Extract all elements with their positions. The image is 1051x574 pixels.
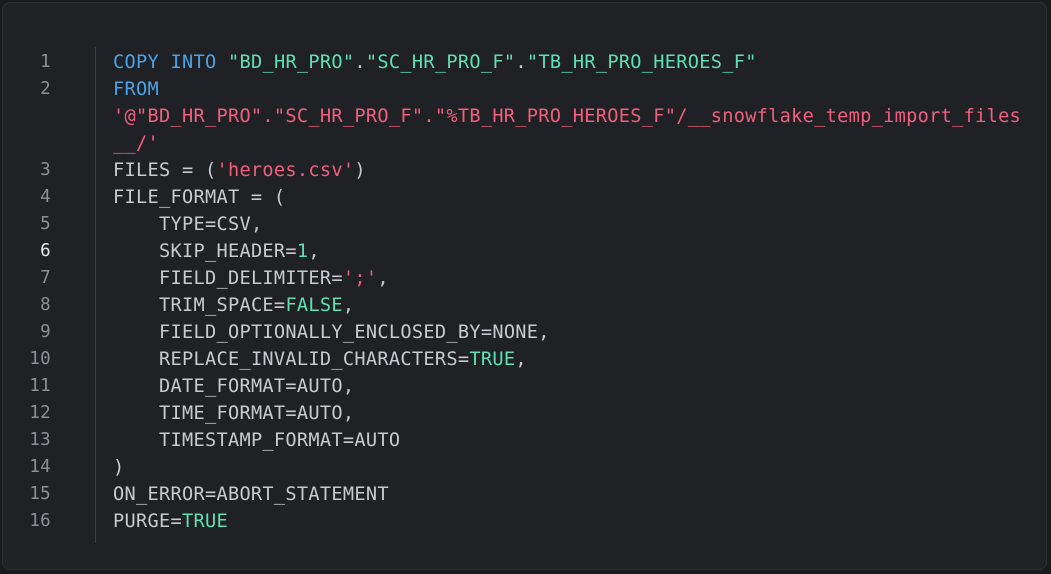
line-text: ON_ERROR=ABORT_STATEMENT [113,481,1023,508]
code-token: FILE_FORMAT = ( [113,187,286,208]
code-line: 9 FIELD_OPTIONALLY_ENCLOSED_BY=NONE, [3,319,1048,346]
code-block[interactable]: 1 COPY INTO "BD_HR_PRO"."SC_HR_PRO_F"."TB… [3,49,1048,535]
code-token: COPY [113,52,159,73]
code-token: TIMESTAMP_FORMAT=AUTO [113,430,401,451]
line-number: 14 [29,457,51,477]
code-token: , [515,349,527,370]
line-text: TIMESTAMP_FORMAT=AUTO [113,427,1023,454]
code-token: FALSE [285,295,343,316]
code-line: 2 FROM [3,76,1048,103]
line-number: 10 [29,349,51,369]
code-token: . [354,52,366,73]
code-token: "BD_HR_PRO" [227,52,355,73]
code-token: FILES = ( [113,160,217,181]
line-number: 1 [40,52,51,72]
code-line: 1 COPY INTO "BD_HR_PRO"."SC_HR_PRO_F"."TB… [3,49,1048,76]
code-line: 14) [3,454,1048,481]
line-text: FIELD_OPTIONALLY_ENCLOSED_BY=NONE, [113,319,1023,346]
line-text: ) [113,454,1023,481]
line-text: TRIM_SPACE=FALSE, [113,292,1023,319]
code-token: TYPE=CSV, [113,214,263,235]
code-token: ) [354,160,366,181]
code-token: , [342,295,355,316]
code-token: ';' [342,268,378,289]
line-text: SKIP_HEADER=1, [113,238,1023,265]
code-token: REPLACE_INVALID_CHARACTERS= [113,349,470,370]
code-line: 13 TIMESTAMP_FORMAT=AUTO [3,427,1048,454]
code-token: '@"BD_HR_PRO"."SC_HR_PRO_F"."%TB_HR_PRO_… [113,106,1022,154]
code-token: FROM [113,79,159,100]
line-number: 11 [29,376,51,396]
code-token: TIME_FORMAT=AUTO, [113,403,355,424]
code-token: INTO [170,52,217,73]
line-number: 13 [29,430,51,450]
line-text: FIELD_DELIMITER=';', [113,265,1023,292]
code-panel: 1 COPY INTO "BD_HR_PRO"."SC_HR_PRO_F"."TB… [2,2,1047,570]
line-text: FILES = ('heroes.csv') [113,157,1023,184]
line-number: 5 [40,214,51,234]
code-token: . [515,52,527,73]
line-text: DATE_FORMAT=AUTO, [113,373,1023,400]
code-token: PURGE= [113,511,182,532]
code-token: FIELD_OPTIONALLY_ENCLOSED_BY=NONE, [113,322,550,343]
line-text: FILE_FORMAT = ( [113,184,1023,211]
line-text: TIME_FORMAT=AUTO, [113,400,1023,427]
line-number: 15 [29,484,51,504]
code-line: 6 SKIP_HEADER=1, [3,238,1048,265]
code-line: 3 FILES = ('heroes.csv') [3,157,1048,184]
line-number: 6 [40,241,51,261]
code-token: "TB_HR_PRO_HEROES_F" [526,52,757,73]
line-text: '@"BD_HR_PRO"."SC_HR_PRO_F"."%TB_HR_PRO_… [113,103,1023,157]
line-number: 2 [40,79,51,99]
line-text: PURGE=TRUE [113,508,1023,535]
code-line: 12 TIME_FORMAT=AUTO, [3,400,1048,427]
code-line: 8 TRIM_SPACE=FALSE, [3,292,1048,319]
line-number: 9 [40,322,51,342]
code-token: SKIP_HEADER= [113,241,297,262]
line-text: TYPE=CSV, [113,211,1023,238]
code-token: 1 [296,241,309,262]
line-number: 12 [29,403,51,423]
line-text: COPY INTO "BD_HR_PRO"."SC_HR_PRO_F"."TB_… [113,49,1023,76]
line-number: 3 [40,160,51,180]
line-number: 7 [40,268,51,288]
code-line: 4 FILE_FORMAT = ( [3,184,1048,211]
line-text: REPLACE_INVALID_CHARACTERS=TRUE, [113,346,1023,373]
code-line: '@"BD_HR_PRO"."SC_HR_PRO_F"."%TB_HR_PRO_… [3,103,1048,157]
code-token: , [308,241,320,262]
code-token: TRIM_SPACE= [113,295,286,316]
code-token: FIELD_DELIMITER= [113,268,343,289]
code-line: 11 DATE_FORMAT=AUTO, [3,373,1048,400]
line-text: FROM [113,76,1023,103]
code-line: 15 ON_ERROR=ABORT_STATEMENT [3,481,1048,508]
code-token: ) [113,457,125,478]
code-line: 10 REPLACE_INVALID_CHARACTERS=TRUE, [3,346,1048,373]
line-number: 4 [40,187,51,207]
code-token: ON_ERROR=ABORT_STATEMENT [113,484,389,505]
code-token: TRUE [181,511,228,532]
code-token: DATE_FORMAT=AUTO, [113,376,355,397]
code-token: , [377,268,389,289]
code-line: 7 FIELD_DELIMITER=';', [3,265,1048,292]
line-number: 8 [40,295,51,315]
code-token: TRUE [469,349,516,370]
code-line: 16 PURGE=TRUE [3,508,1048,535]
line-number: 16 [29,511,51,531]
code-token: "SC_HR_PRO_F" [365,52,516,73]
code-line: 5 TYPE=CSV, [3,211,1048,238]
code-token: 'heroes.csv' [216,160,355,181]
